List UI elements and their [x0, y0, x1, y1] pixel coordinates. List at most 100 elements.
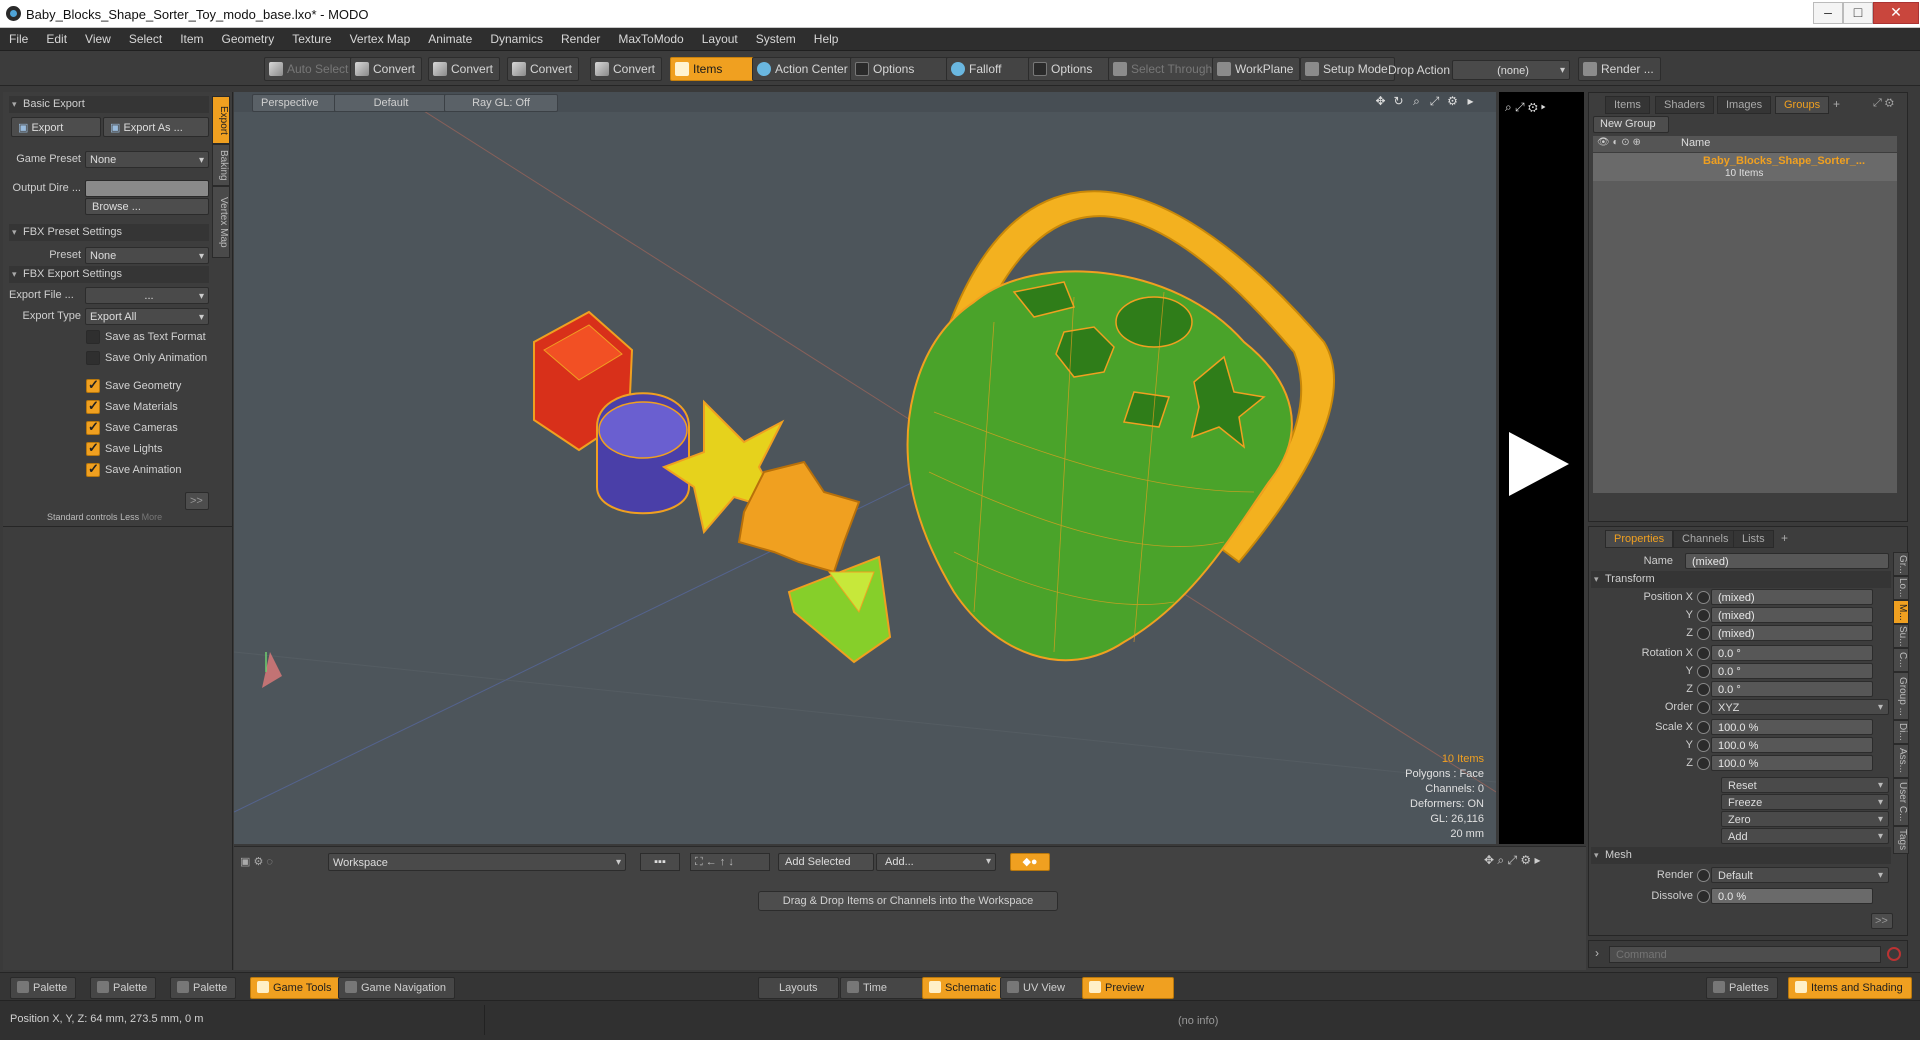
menu-vertex-map[interactable]: Vertex Map: [341, 28, 420, 51]
menu-maxtomodo[interactable]: MaxToModo: [609, 28, 692, 51]
menu-edit[interactable]: Edit: [37, 28, 76, 51]
menu-help[interactable]: Help: [805, 28, 848, 51]
select-through-button[interactable]: Select Through: [1108, 57, 1220, 81]
tab-export[interactable]: Export: [212, 96, 230, 144]
save-only-animation-checkbox[interactable]: [86, 351, 100, 365]
tab-groups[interactable]: Groups: [1775, 96, 1830, 114]
preview-tab[interactable]: Preview: [1082, 977, 1174, 999]
auto-select-button[interactable]: Auto Select: [264, 57, 356, 81]
new-group-button[interactable]: New Group: [1593, 116, 1669, 133]
palette-1-tab[interactable]: Palette: [10, 977, 77, 999]
fbx-export-settings-header[interactable]: FBX Export Settings: [9, 266, 209, 283]
game-tools-tab[interactable]: Game Tools: [250, 977, 341, 999]
palette-2-tab[interactable]: Palette: [90, 977, 157, 999]
expand-more-button[interactable]: >>: [185, 492, 209, 510]
3d-viewport[interactable]: 10 Items Polygons : Face Channels: 0 Def…: [234, 92, 1496, 844]
maximize-view-icon[interactable]: ⤢: [1428, 95, 1441, 108]
position-z-field[interactable]: (mixed): [1711, 625, 1873, 641]
rotation-y-field[interactable]: 0.0 °: [1711, 663, 1873, 679]
scale-z-field[interactable]: 100.0 %: [1711, 755, 1873, 771]
layouts-tab[interactable]: Layouts: [758, 977, 839, 999]
fbx-preset-settings-header[interactable]: FBX Preset Settings: [9, 224, 209, 241]
raygl-toggle[interactable]: Ray GL: Off: [444, 94, 558, 112]
convert-edges-button[interactable]: Convert: [428, 57, 501, 81]
viewport-scene[interactable]: [234, 92, 1496, 844]
preset-dropdown[interactable]: None: [85, 247, 209, 265]
name-column-header[interactable]: Name: [1681, 137, 1710, 149]
side-tab-group[interactable]: Gr...: [1893, 552, 1909, 576]
tab-properties[interactable]: Properties: [1605, 530, 1674, 548]
tab-shaders[interactable]: Shaders: [1655, 96, 1714, 114]
name-field[interactable]: (mixed): [1685, 553, 1889, 569]
game-navigation-tab[interactable]: Game Navigation: [338, 977, 455, 999]
menu-select[interactable]: Select: [120, 28, 171, 51]
convert-polygons-button[interactable]: Convert: [507, 57, 580, 81]
transform-header[interactable]: Transform: [1591, 571, 1891, 588]
scale-x-key[interactable]: [1697, 721, 1710, 734]
order-key[interactable]: [1697, 701, 1710, 714]
maximize-button[interactable]: □: [1843, 2, 1873, 24]
side-tab-locator[interactable]: Lo...: [1893, 576, 1909, 600]
workplane-button[interactable]: WorkPlane: [1212, 57, 1301, 81]
add-selected-button[interactable]: Add Selected: [778, 853, 874, 871]
more-link[interactable]: More: [142, 512, 163, 522]
position-z-key[interactable]: [1697, 627, 1710, 640]
items-mode-button[interactable]: Items: [670, 57, 758, 81]
order-dropdown[interactable]: XYZ: [1711, 699, 1889, 716]
arrow-right-icon[interactable]: ▸: [1464, 95, 1477, 108]
add-tab-icon[interactable]: +: [1833, 97, 1840, 111]
menu-animate[interactable]: Animate: [419, 28, 481, 51]
scale-z-key[interactable]: [1697, 757, 1710, 770]
align-arrows-icon[interactable]: ⛶ ← ↑ ↓: [690, 853, 770, 871]
record-icon[interactable]: [1887, 947, 1901, 961]
pan-icon[interactable]: ✥: [1374, 95, 1387, 108]
palette-3-tab[interactable]: Palette: [170, 977, 237, 999]
zero-dropdown[interactable]: Zero: [1721, 811, 1889, 828]
save-geometry-checkbox[interactable]: [86, 377, 100, 393]
side-tab-user-channels[interactable]: User C...: [1893, 778, 1909, 826]
export-as-button[interactable]: ▣ Export As ...: [103, 117, 209, 137]
menu-item[interactable]: Item: [171, 28, 212, 51]
position-y-key[interactable]: [1697, 609, 1710, 622]
output-dir-field[interactable]: [85, 180, 209, 197]
close-button[interactable]: ✕: [1873, 2, 1919, 24]
side-tab-group-settings[interactable]: Group ...: [1893, 672, 1909, 720]
workspace-dropdown[interactable]: Workspace: [328, 853, 626, 872]
tab-items[interactable]: Items: [1605, 96, 1650, 114]
tab-images[interactable]: Images: [1717, 96, 1772, 114]
save-animation-checkbox[interactable]: [86, 461, 100, 477]
rotation-y-key[interactable]: [1697, 665, 1710, 678]
save-lights-checkbox[interactable]: [86, 440, 100, 456]
rotate-icon[interactable]: ↻: [1392, 95, 1405, 108]
position-x-key[interactable]: [1697, 591, 1710, 604]
reset-dropdown[interactable]: Reset: [1721, 777, 1889, 794]
export-button[interactable]: ▣ Export: [11, 117, 101, 137]
palettes-button[interactable]: Palettes: [1706, 977, 1778, 999]
basic-export-header[interactable]: Basic Export: [9, 96, 209, 113]
list-item[interactable]: Baby_Blocks_Shape_Sorter_... 10 Items: [1593, 153, 1897, 181]
tab-channels[interactable]: Channels: [1673, 530, 1738, 548]
side-tab-surface[interactable]: Su...: [1893, 624, 1909, 648]
add-tab-icon[interactable]: +: [1781, 531, 1788, 545]
schematic-mode-icon[interactable]: ◆●: [1010, 853, 1050, 871]
panel-options-icon[interactable]: ⤢ ⚙: [1873, 97, 1894, 110]
scale-y-key[interactable]: [1697, 739, 1710, 752]
tab-lists[interactable]: Lists: [1733, 530, 1774, 548]
menu-view[interactable]: View: [76, 28, 120, 51]
items-and-shading-tab[interactable]: Items and Shading: [1788, 977, 1912, 999]
workspace-tool-icons[interactable]: ▣ ⚙ ◌: [240, 855, 273, 868]
tab-baking[interactable]: Baking: [212, 144, 230, 186]
schematic-tab[interactable]: Schematic: [922, 977, 1006, 999]
side-tab-mesh[interactable]: M...: [1893, 600, 1909, 624]
setup-mode-button[interactable]: Setup Mode: [1300, 57, 1395, 81]
falloff-options-button[interactable]: Options: [1028, 57, 1116, 81]
command-input[interactable]: [1609, 946, 1881, 963]
convert-materials-button[interactable]: Convert: [590, 57, 663, 81]
add-dropdown[interactable]: Add: [1721, 828, 1889, 845]
shading-default-tab[interactable]: Default: [334, 94, 448, 112]
menu-file[interactable]: File: [0, 28, 37, 51]
time-tab[interactable]: Time: [840, 977, 932, 999]
action-center-options-button[interactable]: Options: [850, 57, 952, 81]
view-perspective-tab[interactable]: Perspective: [252, 94, 342, 112]
rotation-x-key[interactable]: [1697, 647, 1710, 660]
